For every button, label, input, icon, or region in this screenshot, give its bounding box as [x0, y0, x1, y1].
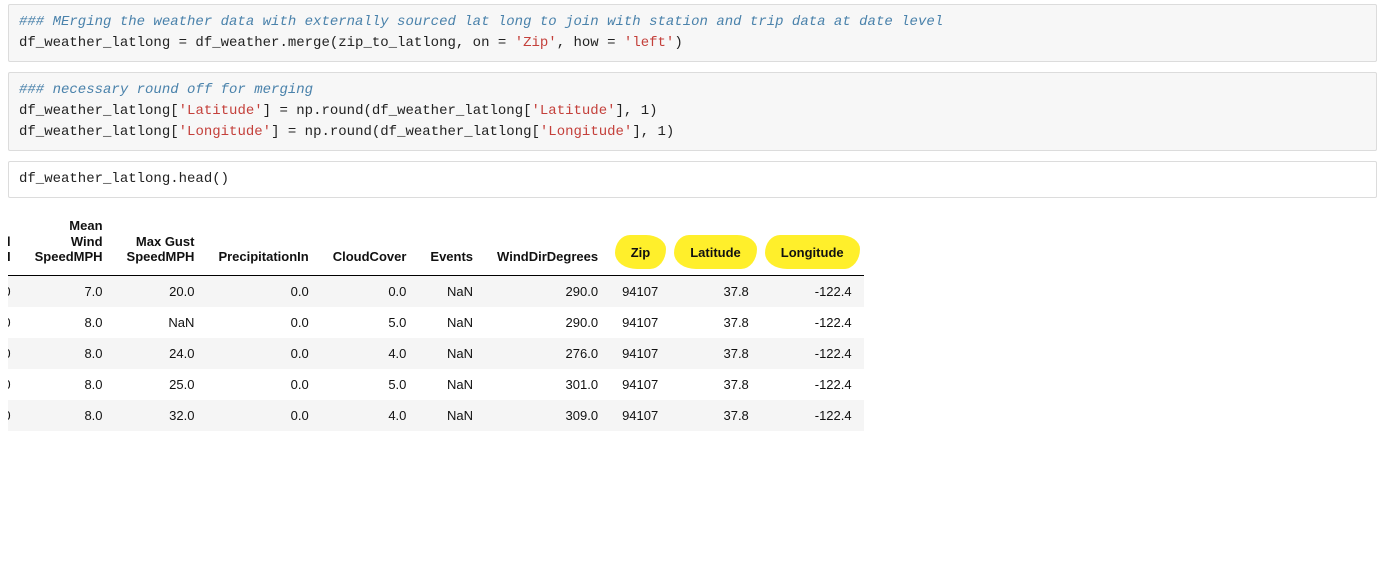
- table-cell: 5.0: [321, 307, 419, 338]
- column-header: Longitude: [761, 208, 864, 275]
- table-cell: 94107: [610, 369, 670, 400]
- table-cell: 8.0: [23, 369, 115, 400]
- table-row: 54.084.071.057.0...18.08.032.00.04.0NaN3…: [8, 400, 864, 431]
- table-cell: -122.4: [761, 307, 864, 338]
- table-cell: 94107: [610, 307, 670, 338]
- table-cell: 21.0: [8, 338, 23, 369]
- table-cell: 21.0: [8, 307, 23, 338]
- table-cell: -122.4: [761, 275, 864, 307]
- table-cell: 37.8: [670, 307, 761, 338]
- table-cell: 94107: [610, 400, 670, 431]
- code-cell-3[interactable]: df_weather_latlong.head(): [8, 161, 1377, 198]
- table-cell: 20.0: [115, 275, 207, 307]
- table-cell: 25.0: [115, 369, 207, 400]
- table-header-row: MinvpointFMaxHumidityMeanHumidityMinHumi…: [8, 208, 864, 275]
- table-cell: NaN: [418, 338, 485, 369]
- table-cell: 37.8: [670, 275, 761, 307]
- output-area: MinvpointFMaxHumidityMeanHumidityMinHumi…: [8, 208, 1377, 432]
- table-cell: 22.0: [8, 369, 23, 400]
- table-cell: 309.0: [485, 400, 610, 431]
- code-comment: ### MErging the weather data with extern…: [19, 14, 943, 30]
- table-cell: 0.0: [206, 275, 320, 307]
- table-cell: 0.0: [321, 275, 419, 307]
- table-cell: 8.0: [23, 400, 115, 431]
- table-cell: 24.0: [115, 338, 207, 369]
- highlighted-header: Longitude: [773, 241, 852, 265]
- table-cell: 290.0: [485, 275, 610, 307]
- code-comment: ### necessary round off for merging: [19, 82, 313, 98]
- highlighted-header: Latitude: [682, 241, 749, 265]
- table-cell: 37.8: [670, 338, 761, 369]
- column-header: PrecipitationIn: [206, 208, 320, 275]
- column-header: Max WindSpeedMPH: [8, 208, 23, 275]
- table-cell: 290.0: [485, 307, 610, 338]
- table-cell: -122.4: [761, 369, 864, 400]
- code-cell-1[interactable]: ### MErging the weather data with extern…: [8, 4, 1377, 62]
- highlighted-header: Zip: [623, 241, 659, 265]
- table-cell: 8.0: [23, 307, 115, 338]
- table-cell: 4.0: [321, 400, 419, 431]
- table-cell: 5.0: [321, 369, 419, 400]
- code-line: df_weather_latlong.head(): [19, 171, 229, 187]
- table-row: 55.084.073.061.0...21.08.0NaN0.05.0NaN29…: [8, 307, 864, 338]
- table-cell: NaN: [418, 307, 485, 338]
- column-header: WindDirDegrees: [485, 208, 610, 275]
- table-cell: 8.0: [23, 338, 115, 369]
- table-cell: -122.4: [761, 338, 864, 369]
- table-cell: 37.8: [670, 369, 761, 400]
- column-header: Zip: [610, 208, 670, 275]
- table-cell: 18.0: [8, 400, 23, 431]
- table-cell: 37.8: [670, 400, 761, 431]
- table-cell: 4.0: [321, 338, 419, 369]
- table-cell: 7.0: [23, 275, 115, 307]
- table-cell: 94107: [610, 275, 670, 307]
- table-cell: NaN: [418, 369, 485, 400]
- column-header: CloudCover: [321, 208, 419, 275]
- column-header: Latitude: [670, 208, 761, 275]
- table-row: 56.084.071.057.0...22.08.025.00.05.0NaN3…: [8, 369, 864, 400]
- code-cell-2[interactable]: ### necessary round off for merging df_w…: [8, 72, 1377, 151]
- table-cell: NaN: [418, 275, 485, 307]
- code-line: df_weather_latlong['Longitude'] = np.rou…: [19, 124, 674, 140]
- table-cell: 301.0: [485, 369, 610, 400]
- table-cell: 94107: [610, 338, 670, 369]
- table-cell: -122.4: [761, 400, 864, 431]
- table-cell: 0.0: [206, 369, 320, 400]
- table-row: 52.086.064.042.0...16.07.020.00.00.0NaN2…: [8, 275, 864, 307]
- table-cell: NaN: [418, 400, 485, 431]
- table-cell: 0.0: [206, 338, 320, 369]
- table-row: 55.084.069.053.0...21.08.024.00.04.0NaN2…: [8, 338, 864, 369]
- table-cell: 32.0: [115, 400, 207, 431]
- code-line: df_weather_latlong = df_weather.merge(zi…: [19, 35, 683, 51]
- table-cell: 16.0: [8, 275, 23, 307]
- code-line: df_weather_latlong['Latitude'] = np.roun…: [19, 103, 658, 119]
- table-scroll-container[interactable]: MinvpointFMaxHumidityMeanHumidityMinHumi…: [8, 208, 1377, 432]
- column-header: Events: [418, 208, 485, 275]
- table-cell: 276.0: [485, 338, 610, 369]
- table-cell: NaN: [115, 307, 207, 338]
- column-header: Max GustSpeedMPH: [115, 208, 207, 275]
- table-cell: 0.0: [206, 307, 320, 338]
- table-cell: 0.0: [206, 400, 320, 431]
- column-header: MeanWindSpeedMPH: [23, 208, 115, 275]
- dataframe-table: MinvpointFMaxHumidityMeanHumidityMinHumi…: [8, 208, 864, 431]
